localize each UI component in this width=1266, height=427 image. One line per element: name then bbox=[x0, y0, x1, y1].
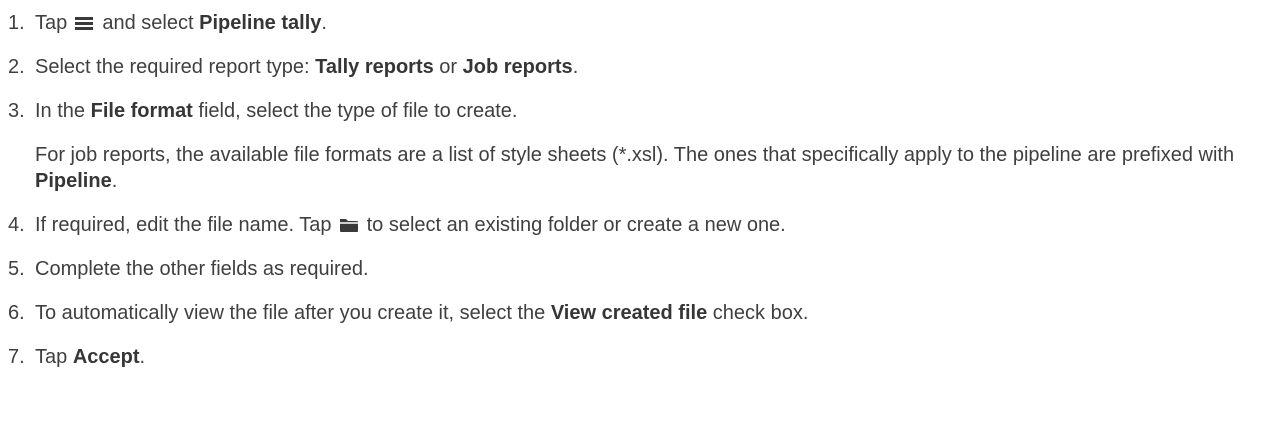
step-punctuation: . bbox=[321, 12, 327, 34]
step-number: 4. bbox=[8, 214, 25, 236]
step-number: 2. bbox=[8, 56, 25, 78]
step-text: check box. bbox=[712, 302, 809, 324]
step-text: To automatically view the file after you… bbox=[35, 302, 546, 324]
menu-icon bbox=[74, 16, 93, 30]
ui-term-file-format: File format bbox=[90, 100, 193, 122]
step-number: 1. bbox=[8, 12, 25, 34]
folder-icon bbox=[340, 219, 359, 232]
step-punctuation: . bbox=[139, 346, 146, 368]
step-text: field, select the type of file to create… bbox=[198, 100, 518, 122]
ui-term-accept: Accept bbox=[72, 346, 140, 368]
step-punctuation: . bbox=[572, 56, 579, 78]
ui-term-pipeline: Pipeline bbox=[35, 170, 112, 192]
step-text: Tap bbox=[35, 12, 68, 34]
step-5: 5. Complete the other fields as required… bbox=[8, 256, 1266, 282]
instruction-list: 1. Tap and select Pipeline tally. 2. Sel… bbox=[8, 0, 1266, 370]
step-3-note: For job reports, the available file form… bbox=[35, 142, 1266, 194]
step-text: If required, edit the file name. Tap bbox=[35, 214, 332, 236]
note-text: For job reports, the available file form… bbox=[35, 144, 1235, 166]
step-7: 7. Tap Accept. bbox=[8, 344, 1266, 370]
step-text: and select bbox=[102, 12, 194, 34]
step-text: Select the required report type: bbox=[35, 56, 310, 78]
step-3: 3. In the File format field, select the … bbox=[8, 98, 1266, 194]
ui-term-job-reports: Job reports bbox=[462, 56, 573, 78]
step-number: 7. bbox=[8, 346, 25, 368]
step-text: or bbox=[439, 56, 458, 78]
step-text: Complete the other fields as required. bbox=[35, 258, 369, 280]
step-2: 2. Select the required report type: Tall… bbox=[8, 54, 1266, 80]
step-number: 6. bbox=[8, 302, 25, 324]
note-punctuation: . bbox=[111, 170, 118, 192]
step-number: 3. bbox=[8, 100, 25, 122]
ui-term-view-created-file: View created file bbox=[550, 302, 708, 324]
step-text: Tap bbox=[35, 346, 68, 368]
step-6: 6. To automatically view the file after … bbox=[8, 300, 1266, 326]
step-text: In the bbox=[35, 100, 86, 122]
ui-term-pipeline-tally: Pipeline tally bbox=[199, 12, 322, 34]
step-4: 4. If required, edit the file name. Tap … bbox=[8, 212, 1266, 238]
step-number: 5. bbox=[8, 258, 25, 280]
step-1: 1. Tap and select Pipeline tally. bbox=[8, 10, 1266, 36]
ui-term-tally-reports: Tally reports bbox=[315, 56, 434, 78]
step-text: to select an existing folder or create a… bbox=[366, 214, 786, 236]
